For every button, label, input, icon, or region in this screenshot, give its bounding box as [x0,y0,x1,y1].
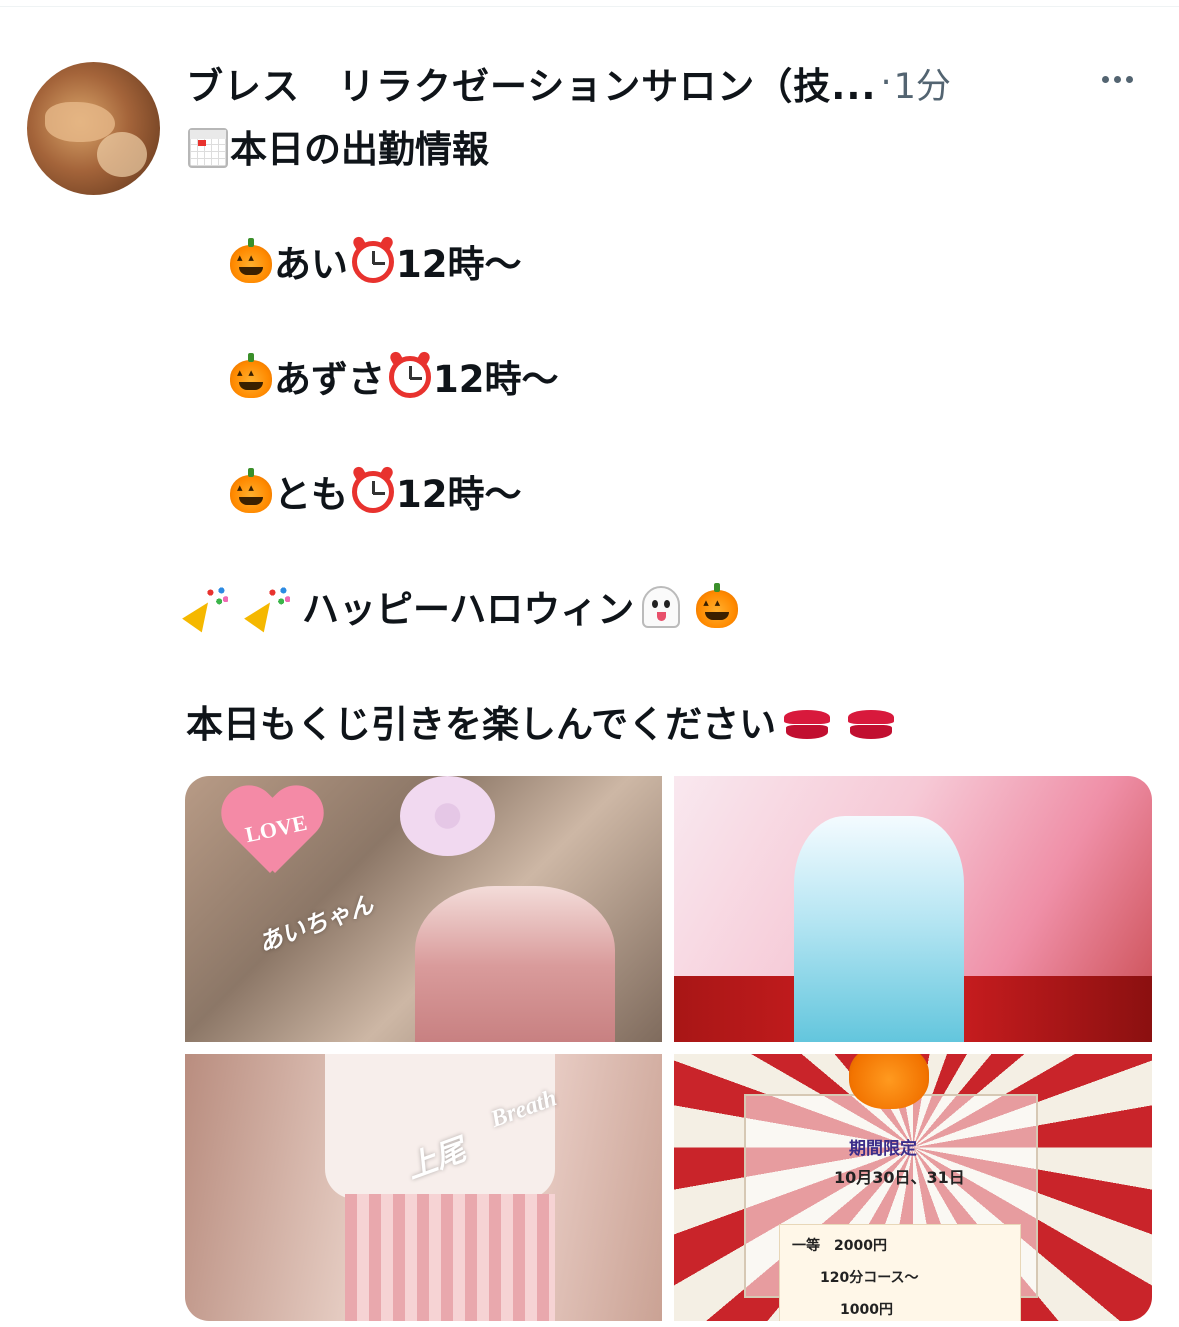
promo-dates: 10月30日、31日 [834,1168,965,1187]
prize-line-3: 1000円 [840,1302,893,1318]
media-image-4[interactable]: 期間限定 10月30日、31日 一等 2000円 120分コース〜 1000円 [674,1054,1152,1321]
jack-o-lantern-sticker [849,1054,929,1109]
alarm-clock-icon [389,356,431,398]
ghost-icon [642,586,681,628]
timestamp[interactable]: 1分 [894,58,951,109]
text-line-heading: 本日の出勤情報 [188,119,489,173]
top-divider [0,6,1179,7]
more-options-icon[interactable] [1102,70,1133,89]
alarm-clock-icon [352,241,394,283]
jack-o-lantern-icon [696,583,739,628]
media-image-1[interactable]: LOVE あいちゃん [185,776,662,1042]
post-header: ブレス リラクゼーションサロン（技... · 1分 [186,57,951,109]
text-line-halloween: ハッピーハロウィン [186,579,740,633]
heading-text: 本日の出勤情報 [230,128,489,171]
alarm-clock-icon [352,471,394,513]
staff-name: あずさ [274,358,385,401]
kiss-mark-icon [848,710,895,740]
text-line-closing: 本日もくじ引きを楽しんでください [186,694,896,748]
staff-time: 12時〜 [433,358,559,401]
media-image-3[interactable]: 上尾 Breath [185,1054,662,1321]
text-line-staff3: とも 12時〜 [230,464,522,518]
jack-o-lantern-icon [230,468,272,513]
media-grid: LOVE あいちゃん 上尾 Breath 期間限定 10月30日、31日 一等 … [185,776,1152,1321]
text-line-staff2: あずさ 12時〜 [230,349,559,403]
avatar[interactable] [27,62,160,195]
prize-line-1: 一等 2000円 [792,1238,887,1254]
staff-time: 12時〜 [396,243,522,286]
staff-name: あい [274,243,348,286]
promo-card: 一等 2000円 120分コース〜 1000円 [779,1224,1021,1321]
separator-dot: · [880,63,892,103]
party-popper-icon [248,584,292,628]
text-line-staff1: あい 12時〜 [230,234,522,288]
author-name[interactable]: ブレス リラクゼーションサロン（技... [186,56,876,110]
jack-o-lantern-icon [230,353,272,398]
prize-line-2: 120分コース〜 [820,1270,919,1286]
name-label: あいちゃん [255,892,378,958]
kiss-mark-icon [784,710,831,740]
calendar-icon [188,128,228,168]
staff-time: 12時〜 [396,473,522,516]
party-popper-icon [186,584,230,628]
halloween-text: ハッピーハロウィン [302,588,635,631]
closing-text: 本日もくじ引きを楽しんでください [186,703,777,746]
staff-name: とも [274,473,348,516]
jack-o-lantern-icon [230,238,272,283]
promo-title: 期間限定 [849,1139,917,1159]
media-image-2[interactable] [674,776,1152,1042]
flower-sticker [400,776,495,856]
